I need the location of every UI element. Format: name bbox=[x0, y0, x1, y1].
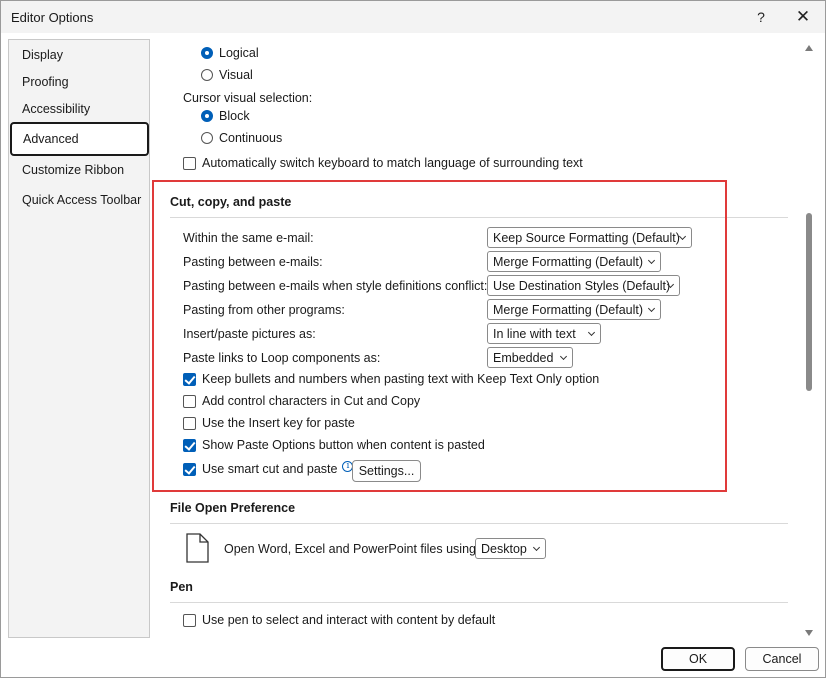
cursor-selection-label: Cursor visual selection: bbox=[183, 91, 313, 105]
control-chars-checkbox[interactable]: Add control characters in Cut and Copy bbox=[183, 394, 420, 408]
style-conflict-label: Pasting between e-mails when style defin… bbox=[183, 279, 488, 293]
radio-selected-indicator bbox=[201, 110, 213, 122]
smart-cut-paste-label: Use smart cut and paste bbox=[202, 462, 338, 476]
scrollbar-thumb[interactable] bbox=[806, 213, 812, 391]
document-icon bbox=[186, 533, 209, 563]
checkbox-box bbox=[183, 156, 196, 170]
auto-keyboard-checkbox[interactable]: Automatically switch keyboard to match l… bbox=[183, 156, 583, 170]
control-chars-label: Add control characters in Cut and Copy bbox=[202, 394, 421, 408]
sidebar-item-accessibility[interactable]: Accessibility bbox=[10, 94, 149, 124]
scroll-up-arrow-icon[interactable] bbox=[805, 45, 813, 51]
chevron-down-icon bbox=[559, 352, 568, 361]
same-email-label: Within the same e-mail: bbox=[183, 231, 314, 245]
radio-logical[interactable]: Logical bbox=[201, 46, 259, 60]
loop-links-value: Embedded bbox=[493, 350, 554, 365]
radio-continuous-label: Continuous bbox=[219, 131, 283, 145]
radio-indicator bbox=[201, 132, 213, 144]
chevron-down-icon bbox=[587, 328, 596, 337]
file-open-value: Desktop bbox=[481, 541, 527, 556]
pictures-label: Insert/paste pictures as: bbox=[183, 327, 316, 341]
loop-links-label: Paste links to Loop components as: bbox=[183, 351, 381, 365]
between-emails-label: Pasting between e-mails: bbox=[183, 255, 323, 269]
style-conflict-value: Use Destination Styles (Default) bbox=[493, 278, 671, 293]
smart-cut-paste-checkbox[interactable]: Use smart cut and paste i bbox=[183, 460, 354, 476]
radio-indicator bbox=[201, 69, 213, 81]
between-emails-value: Merge Formatting (Default) bbox=[493, 254, 644, 269]
section-divider bbox=[170, 523, 788, 524]
loop-links-select[interactable]: Embedded bbox=[487, 347, 573, 368]
use-pen-checkbox[interactable]: Use pen to select and interact with cont… bbox=[183, 613, 495, 627]
editor-options-dialog: Editor Options ? ✕ Display Proofing Acce… bbox=[0, 0, 826, 678]
style-conflict-select[interactable]: Use Destination Styles (Default) bbox=[487, 275, 680, 296]
file-open-heading: File Open Preference bbox=[170, 501, 296, 515]
same-email-value: Keep Source Formatting (Default) bbox=[493, 230, 680, 245]
close-button[interactable]: ✕ bbox=[789, 5, 817, 29]
title-bar: Editor Options ? ✕ bbox=[1, 1, 825, 33]
scroll-down-arrow-icon[interactable] bbox=[805, 630, 813, 636]
radio-block[interactable]: Block bbox=[201, 109, 250, 123]
checkbox-box bbox=[183, 372, 196, 386]
sidebar-item-display[interactable]: Display bbox=[10, 40, 149, 70]
sidebar-item-proofing[interactable]: Proofing bbox=[10, 67, 149, 97]
checkbox-box bbox=[183, 416, 196, 430]
radio-selected-indicator bbox=[201, 47, 213, 59]
pen-heading: Pen bbox=[170, 580, 193, 594]
checkbox-box bbox=[183, 394, 196, 408]
other-programs-label: Pasting from other programs: bbox=[183, 303, 345, 317]
chevron-down-icon bbox=[647, 256, 656, 265]
chevron-down-icon bbox=[678, 232, 687, 241]
pictures-select[interactable]: In line with text bbox=[487, 323, 601, 344]
use-pen-label: Use pen to select and interact with cont… bbox=[202, 613, 496, 627]
radio-continuous[interactable]: Continuous bbox=[201, 131, 282, 145]
radio-visual[interactable]: Visual bbox=[201, 68, 253, 82]
sidebar-item-quick-access-toolbar[interactable]: Quick Access Toolbar bbox=[10, 185, 149, 215]
keep-bullets-label: Keep bullets and numbers when pasting te… bbox=[202, 372, 600, 386]
other-programs-value: Merge Formatting (Default) bbox=[493, 302, 644, 317]
radio-visual-label: Visual bbox=[219, 68, 253, 82]
checkbox-box bbox=[183, 613, 196, 627]
vertical-scrollbar[interactable] bbox=[801, 39, 819, 641]
sidebar-item-customize-ribbon[interactable]: Customize Ribbon bbox=[10, 155, 149, 185]
insert-key-checkbox[interactable]: Use the Insert key for paste bbox=[183, 416, 355, 430]
section-divider bbox=[170, 217, 788, 218]
file-open-label: Open Word, Excel and PowerPoint files us… bbox=[224, 542, 480, 556]
sidebar: Display Proofing Accessibility Advanced … bbox=[8, 39, 150, 638]
other-programs-select[interactable]: Merge Formatting (Default) bbox=[487, 299, 661, 320]
between-emails-select[interactable]: Merge Formatting (Default) bbox=[487, 251, 661, 272]
auto-keyboard-label: Automatically switch keyboard to match l… bbox=[202, 156, 583, 170]
insert-key-label: Use the Insert key for paste bbox=[202, 416, 355, 430]
checkbox-box bbox=[183, 462, 196, 476]
settings-button[interactable]: Settings... bbox=[352, 460, 421, 482]
radio-block-label: Block bbox=[219, 109, 250, 123]
same-email-select[interactable]: Keep Source Formatting (Default) bbox=[487, 227, 692, 248]
keep-bullets-checkbox[interactable]: Keep bullets and numbers when pasting te… bbox=[183, 372, 599, 386]
pictures-value: In line with text bbox=[493, 326, 576, 341]
paste-options-label: Show Paste Options button when content i… bbox=[202, 438, 485, 452]
sidebar-item-advanced[interactable]: Advanced bbox=[10, 122, 149, 156]
ok-button[interactable]: OK bbox=[661, 647, 735, 671]
section-divider bbox=[170, 602, 788, 603]
file-open-select[interactable]: Desktop bbox=[475, 538, 546, 559]
paste-options-checkbox[interactable]: Show Paste Options button when content i… bbox=[183, 438, 485, 452]
chevron-down-icon bbox=[647, 304, 656, 313]
cut-copy-paste-heading: Cut, copy, and paste bbox=[170, 195, 292, 209]
checkbox-box bbox=[183, 438, 196, 452]
window-title: Editor Options bbox=[11, 10, 94, 25]
chevron-down-icon bbox=[532, 543, 541, 552]
cancel-button[interactable]: Cancel bbox=[745, 647, 819, 671]
radio-logical-label: Logical bbox=[219, 46, 259, 60]
help-button[interactable]: ? bbox=[747, 5, 775, 29]
